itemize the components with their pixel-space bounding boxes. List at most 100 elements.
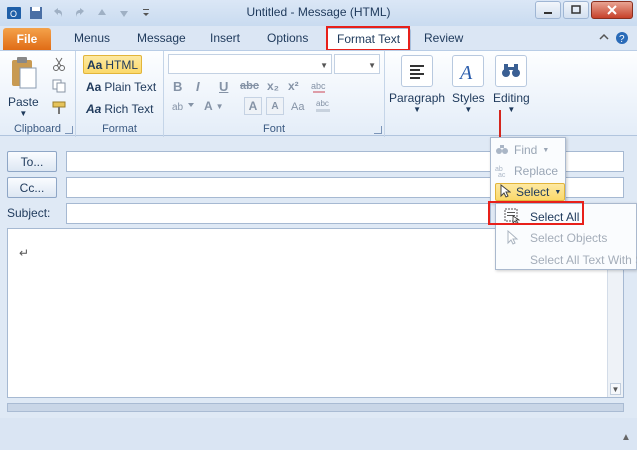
bottom-bar: ▲ — [0, 418, 637, 450]
editing-group[interactable]: Editing ▼ — [489, 51, 537, 137]
format-painter-icon[interactable] — [52, 101, 66, 115]
clipboard-launcher-icon[interactable] — [65, 126, 73, 134]
editing-dropdown-icon: ▼ — [507, 105, 516, 114]
font-name-combo[interactable]: ▼ — [168, 54, 332, 74]
select-objects-menu-item[interactable]: Select Objects — [504, 228, 607, 248]
html-format-icon: Aa — [87, 57, 103, 72]
format-group-label: Format — [102, 123, 137, 135]
find-icon — [495, 142, 509, 159]
format-rich-text-option[interactable]: Aa Rich Text — [83, 99, 156, 118]
font-size-combo[interactable]: ▼ — [334, 54, 380, 74]
select-all-highlight-box — [488, 201, 584, 225]
select-dropdown-icon: ▼ — [554, 188, 562, 196]
clear-formatting-icon[interactable]: abc — [310, 77, 328, 95]
paragraph-label: Paragraph — [389, 91, 446, 105]
svg-text:abc: abc — [316, 99, 329, 108]
format-html-option[interactable]: Aa HTML — [83, 55, 143, 74]
collapse-ribbon-icon[interactable] — [599, 31, 609, 48]
ribbon-help-area: ? — [599, 31, 629, 48]
styles-button[interactable]: A Styles ▼ — [452, 55, 485, 114]
cc-button[interactable]: Cc... — [7, 177, 57, 198]
styles-dropdown-icon: ▼ — [464, 105, 473, 114]
editing-button[interactable]: Editing ▼ — [493, 55, 530, 114]
clipboard-group-label: Clipboard — [13, 123, 62, 135]
tab-review[interactable]: Review — [424, 31, 463, 45]
paragraph-group[interactable]: Paragraph ▼ — [385, 51, 447, 137]
find-dropdown-icon: ▼ — [542, 146, 550, 154]
paste-dropdown-icon: ▼ — [19, 109, 28, 118]
select-label: Select — [516, 185, 550, 199]
svg-text:abc: abc — [311, 81, 326, 91]
grow-font-letter: A — [248, 99, 258, 113]
rich-text-format-icon: Aa — [86, 101, 102, 116]
help-icon[interactable]: ? — [615, 31, 629, 48]
subject-label: Subject: — [7, 206, 51, 220]
font-color-icon[interactable]: A ▼ — [204, 99, 224, 113]
paste-button[interactable]: Paste ▼ — [8, 56, 39, 118]
ribbon-tabs: File Menus Message Insert Options Format… — [0, 26, 637, 52]
tab-insert[interactable]: Insert — [210, 31, 240, 45]
grow-font-button[interactable]: A — [244, 97, 262, 115]
bold-button[interactable]: B — [173, 79, 182, 94]
shrink-font-button[interactable]: A — [266, 97, 284, 115]
minimize-button[interactable] — [535, 1, 561, 19]
svg-text:?: ? — [619, 34, 625, 45]
change-case-icon[interactable]: Aa — [290, 97, 308, 115]
tab-file[interactable]: File — [3, 28, 51, 50]
font-group: ▼ ▼ B I U abc x₂ x² abc ab A ▼ A A Aa ab… — [164, 51, 385, 137]
select-cursor-icon — [499, 183, 512, 201]
svg-text:Aa: Aa — [291, 101, 305, 113]
tab-options[interactable]: Options — [267, 31, 308, 45]
font-size-dropdown-icon: ▼ — [368, 61, 376, 70]
cut-icon[interactable] — [52, 57, 66, 71]
styles-label: Styles — [452, 91, 485, 105]
subscript-button[interactable]: x₂ — [267, 79, 279, 93]
format-text-highlight-box — [326, 26, 410, 51]
find-label: Find — [514, 143, 538, 157]
maximize-button[interactable] — [563, 1, 589, 19]
select-menu-item[interactable]: Select ▼ — [495, 183, 566, 201]
plain-text-format-icon: Aa — [86, 79, 102, 94]
font-name-dropdown-icon: ▼ — [320, 61, 328, 70]
paragraph-mark: ↵ — [19, 246, 30, 260]
close-button[interactable] — [591, 1, 633, 19]
people-pane-toggle-icon[interactable]: ▲ — [619, 430, 633, 444]
window-controls — [533, 1, 633, 19]
strikethrough-button[interactable]: abc — [240, 80, 259, 92]
replace-menu-item[interactable]: ab ac Replace — [495, 162, 558, 180]
rich-text-label: Rich Text — [104, 101, 154, 116]
paste-icon — [8, 56, 38, 93]
select-objects-label: Select Objects — [530, 231, 608, 245]
shrink-font-letter: A — [271, 100, 279, 112]
html-label: HTML — [105, 57, 139, 72]
font-color-dropdown-icon: ▼ — [215, 101, 224, 111]
svg-text:ac: ac — [498, 172, 506, 177]
text-effects-icon[interactable]: ab — [172, 99, 198, 113]
copy-icon[interactable] — [52, 79, 66, 93]
paragraph-icon — [401, 55, 434, 87]
svg-text:A: A — [458, 62, 473, 83]
subject-field[interactable] — [66, 203, 491, 224]
format-plain-text-option[interactable]: Aa Plain Text — [83, 77, 159, 96]
ribbon: Paste ▼ Clipboard Aa HTML Aa Plain Text … — [0, 50, 637, 137]
editing-menu: Find ▼ ab ac Replace Select ▼ — [490, 137, 566, 203]
to-button[interactable]: To... — [7, 151, 57, 172]
status-strip — [7, 403, 624, 412]
paragraph-button[interactable]: Paragraph ▼ — [389, 55, 445, 114]
scroll-down-icon[interactable]: ▼ — [610, 383, 621, 395]
superscript-button[interactable]: x² — [288, 79, 299, 93]
replace-label: Replace — [514, 164, 559, 178]
select-all-text-menu-item[interactable]: Select All Text With S — [530, 250, 637, 270]
italic-button[interactable]: I — [196, 79, 200, 94]
select-all-text-label: Select All Text With S — [530, 253, 637, 267]
binoculars-icon — [495, 55, 528, 87]
paragraph-dropdown-icon: ▼ — [413, 105, 421, 114]
styles-group[interactable]: A Styles ▼ — [447, 51, 489, 137]
underline-button[interactable]: U — [219, 79, 228, 94]
plain-text-label: Plain Text — [104, 79, 157, 94]
font-launcher-icon[interactable] — [374, 126, 382, 134]
find-menu-item[interactable]: Find ▼ — [495, 141, 549, 159]
tab-message[interactable]: Message — [137, 31, 186, 45]
highlight-color-icon[interactable]: abc — [314, 97, 332, 115]
tab-menus[interactable]: Menus — [74, 31, 110, 45]
